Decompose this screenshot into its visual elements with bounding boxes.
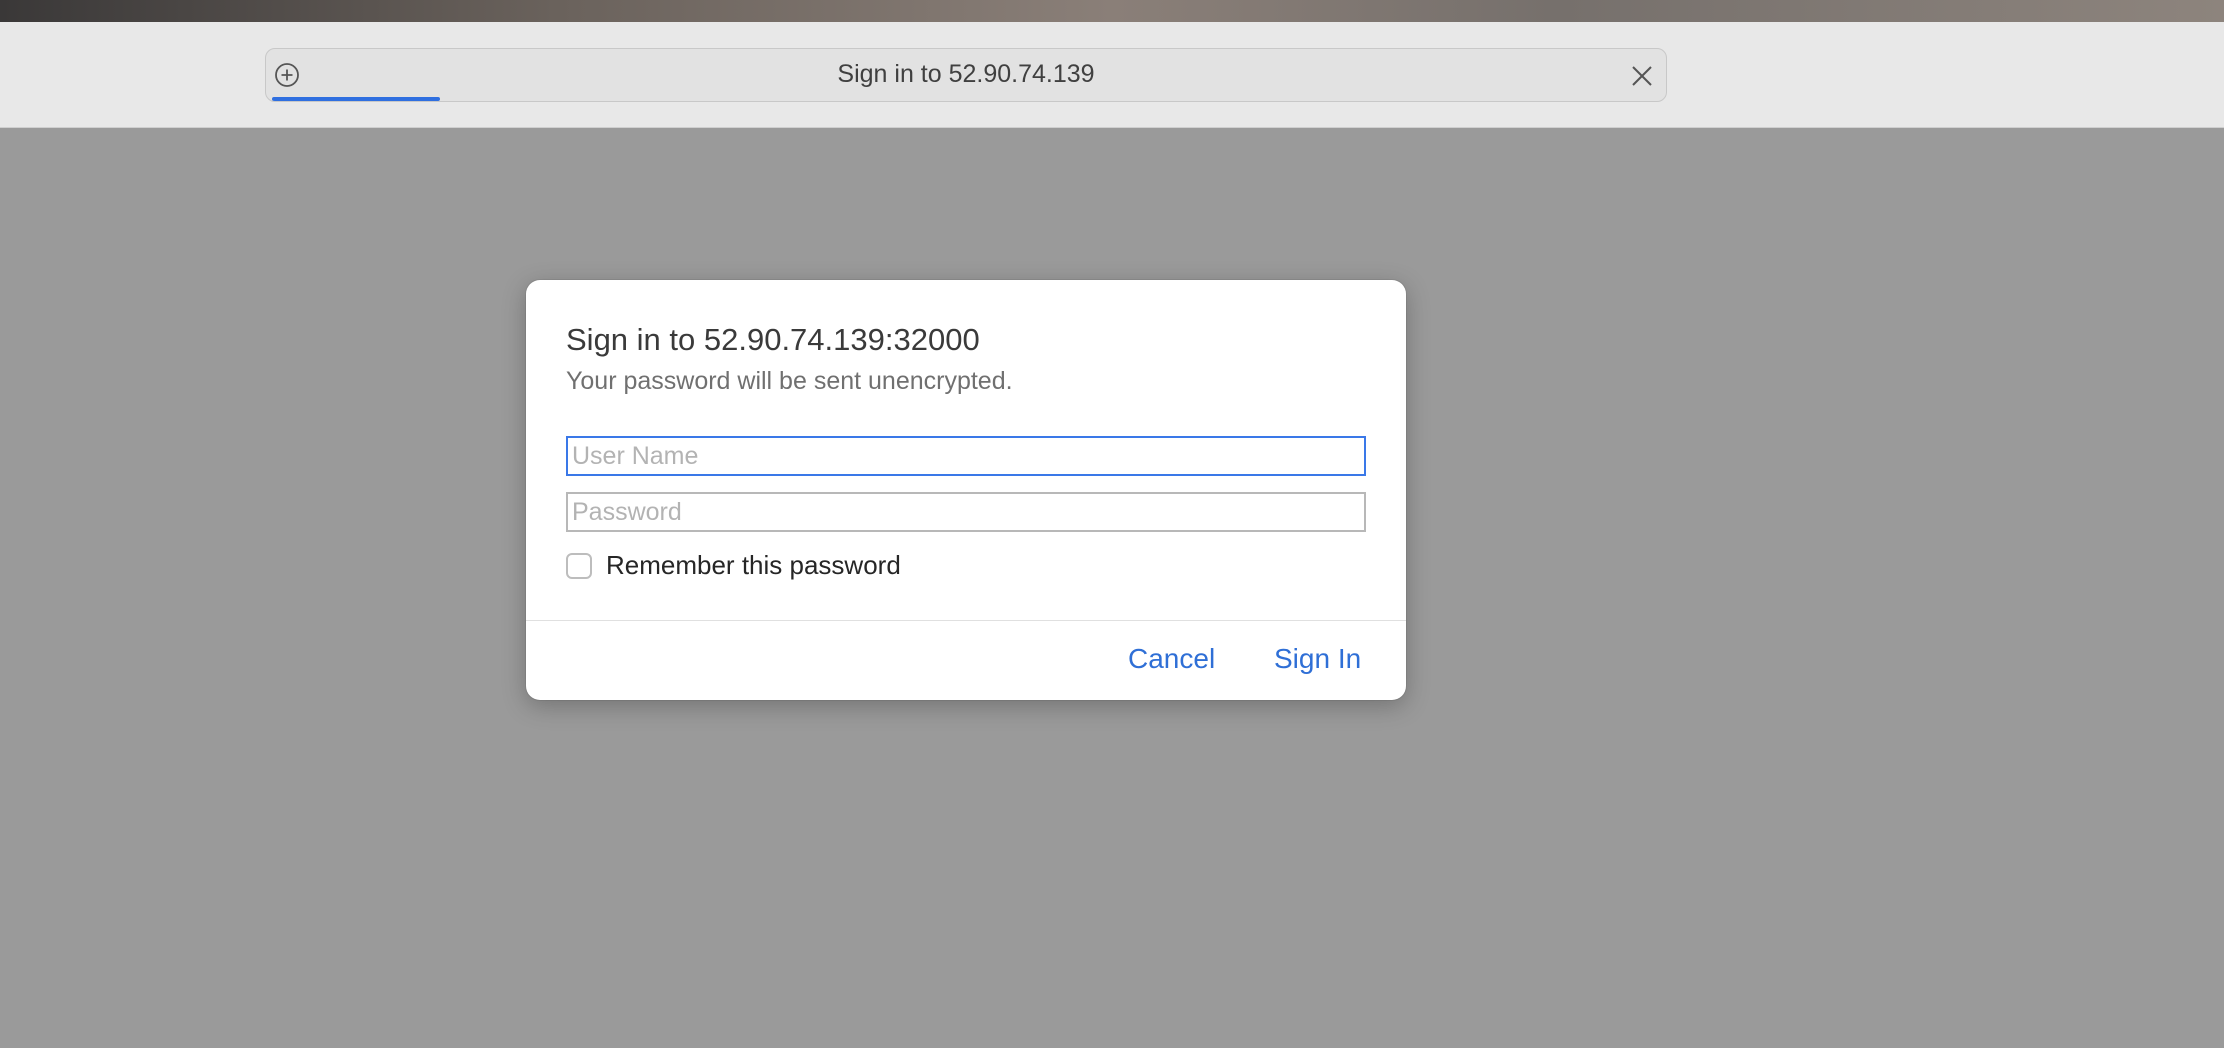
remember-password-label: Remember this password [606,550,901,580]
username-input[interactable] [566,436,1366,476]
address-bar[interactable]: Sign in to 52.90.74.139 [265,48,1667,102]
cancel-button[interactable]: Cancel [1128,643,1215,675]
sign-in-button[interactable]: Sign In [1274,643,1361,675]
dialog-divider [526,620,1406,621]
remember-password-checkbox[interactable] [566,552,592,579]
browser-toolbar: Sign in to 52.90.74.139 [0,22,2224,128]
address-title: Sign in to 52.90.74.139 [837,60,1095,88]
remember-password-option[interactable]: Remember this password [566,550,901,581]
password-input[interactable] [566,492,1366,532]
sign-in-dialog: Sign in to 52.90.74.139:32000 Your passw… [526,280,1406,700]
close-icon[interactable] [1628,62,1656,90]
dialog-subtitle: Your password will be sent unencrypted. [566,367,1013,395]
page-load-progress-bar [272,97,440,101]
desktop-background-strip [0,0,2224,24]
dialog-title: Sign in to 52.90.74.139:32000 [566,322,980,357]
